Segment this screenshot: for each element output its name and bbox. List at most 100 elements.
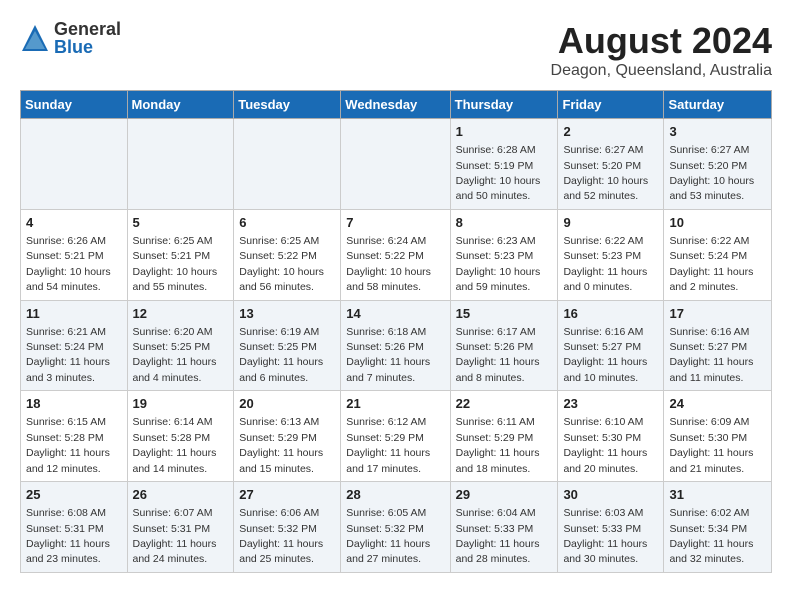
day-info: Sunrise: 6:06 AM Sunset: 5:32 PM Dayligh…: [239, 507, 323, 565]
calendar-cell: 20 Sunrise: 6:13 AM Sunset: 5:29 PM Dayli…: [234, 391, 341, 482]
day-number: 28: [346, 486, 444, 504]
calendar-cell: [127, 119, 234, 210]
calendar-cell: 15 Sunrise: 6:17 AM Sunset: 5:26 PM Dayli…: [450, 300, 558, 391]
logo: General Blue: [20, 20, 121, 56]
calendar-header: SundayMondayTuesdayWednesdayThursdayFrid…: [21, 91, 772, 119]
calendar-cell: 10 Sunrise: 6:22 AM Sunset: 5:24 PM Dayli…: [664, 209, 772, 300]
header-saturday: Saturday: [664, 91, 772, 119]
day-info: Sunrise: 6:15 AM Sunset: 5:28 PM Dayligh…: [26, 416, 110, 474]
day-number: 1: [456, 123, 553, 141]
day-number: 14: [346, 305, 444, 323]
day-info: Sunrise: 6:16 AM Sunset: 5:27 PM Dayligh…: [563, 326, 647, 384]
day-info: Sunrise: 6:14 AM Sunset: 5:28 PM Dayligh…: [133, 416, 217, 474]
subtitle: Deagon, Queensland, Australia: [551, 62, 772, 80]
calendar-cell: 28 Sunrise: 6:05 AM Sunset: 5:32 PM Dayli…: [341, 482, 450, 573]
calendar-cell: 19Sunrise: 6:14 AM Sunset: 5:28 PM Dayli…: [127, 391, 234, 482]
calendar-cell: 25Sunrise: 6:08 AM Sunset: 5:31 PM Dayli…: [21, 482, 128, 573]
calendar-cell: [234, 119, 341, 210]
calendar-cell: 18Sunrise: 6:15 AM Sunset: 5:28 PM Dayli…: [21, 391, 128, 482]
calendar-week-3: 18Sunrise: 6:15 AM Sunset: 5:28 PM Dayli…: [21, 391, 772, 482]
day-number: 10: [669, 214, 766, 232]
day-info: Sunrise: 6:22 AM Sunset: 5:24 PM Dayligh…: [669, 235, 753, 293]
calendar-cell: 5Sunrise: 6:25 AM Sunset: 5:21 PM Daylig…: [127, 209, 234, 300]
day-info: Sunrise: 6:25 AM Sunset: 5:21 PM Dayligh…: [133, 235, 218, 293]
calendar-cell: 2 Sunrise: 6:27 AM Sunset: 5:20 PM Daylig…: [558, 119, 664, 210]
calendar-cell: 26 Sunrise: 6:07 AM Sunset: 5:31 PM Dayli…: [127, 482, 234, 573]
day-number: 22: [456, 395, 553, 413]
day-info: Sunrise: 6:11 AM Sunset: 5:29 PM Dayligh…: [456, 416, 540, 474]
day-number: 17: [669, 305, 766, 323]
logo-text: General Blue: [54, 20, 121, 56]
day-info: Sunrise: 6:22 AM Sunset: 5:23 PM Dayligh…: [563, 235, 647, 293]
day-number: 24: [669, 395, 766, 413]
calendar-cell: 14 Sunrise: 6:18 AM Sunset: 5:26 PM Dayli…: [341, 300, 450, 391]
calendar-cell: 21 Sunrise: 6:12 AM Sunset: 5:29 PM Dayli…: [341, 391, 450, 482]
day-number: 4: [26, 214, 122, 232]
calendar-cell: 8Sunrise: 6:23 AM Sunset: 5:23 PM Daylig…: [450, 209, 558, 300]
calendar-cell: [21, 119, 128, 210]
calendar-cell: 16Sunrise: 6:16 AM Sunset: 5:27 PM Dayli…: [558, 300, 664, 391]
day-number: 11: [26, 305, 122, 323]
calendar-week-2: 11 Sunrise: 6:21 AM Sunset: 5:24 PM Dayli…: [21, 300, 772, 391]
day-info: Sunrise: 6:19 AM Sunset: 5:25 PM Dayligh…: [239, 326, 323, 384]
day-info: Sunrise: 6:20 AM Sunset: 5:25 PM Dayligh…: [133, 326, 217, 384]
header-sunday: Sunday: [21, 91, 128, 119]
calendar-week-1: 4Sunrise: 6:26 AM Sunset: 5:21 PM Daylig…: [21, 209, 772, 300]
calendar-cell: 23Sunrise: 6:10 AM Sunset: 5:30 PM Dayli…: [558, 391, 664, 482]
day-number: 9: [563, 214, 658, 232]
day-info: Sunrise: 6:13 AM Sunset: 5:29 PM Dayligh…: [239, 416, 323, 474]
day-info: Sunrise: 6:24 AM Sunset: 5:22 PM Dayligh…: [346, 235, 431, 293]
calendar-body: 1 Sunrise: 6:28 AM Sunset: 5:19 PM Daylig…: [21, 119, 772, 573]
calendar-table: SundayMondayTuesdayWednesdayThursdayFrid…: [20, 90, 772, 573]
day-info: Sunrise: 6:17 AM Sunset: 5:26 PM Dayligh…: [456, 326, 540, 384]
day-number: 26: [133, 486, 229, 504]
day-info: Sunrise: 6:23 AM Sunset: 5:23 PM Dayligh…: [456, 235, 541, 293]
calendar-cell: 9 Sunrise: 6:22 AM Sunset: 5:23 PM Daylig…: [558, 209, 664, 300]
day-info: Sunrise: 6:05 AM Sunset: 5:32 PM Dayligh…: [346, 507, 430, 565]
calendar-cell: 13 Sunrise: 6:19 AM Sunset: 5:25 PM Dayli…: [234, 300, 341, 391]
day-info: Sunrise: 6:28 AM Sunset: 5:19 PM Dayligh…: [456, 144, 541, 202]
calendar-cell: 11 Sunrise: 6:21 AM Sunset: 5:24 PM Dayli…: [21, 300, 128, 391]
day-info: Sunrise: 6:25 AM Sunset: 5:22 PM Dayligh…: [239, 235, 324, 293]
header-monday: Monday: [127, 91, 234, 119]
day-info: Sunrise: 6:09 AM Sunset: 5:30 PM Dayligh…: [669, 416, 753, 474]
page-header: General Blue August 2024 Deagon, Queensl…: [20, 20, 772, 80]
day-info: Sunrise: 6:12 AM Sunset: 5:29 PM Dayligh…: [346, 416, 430, 474]
calendar-cell: 31Sunrise: 6:02 AM Sunset: 5:34 PM Dayli…: [664, 482, 772, 573]
logo-blue: Blue: [54, 38, 121, 56]
day-info: Sunrise: 6:18 AM Sunset: 5:26 PM Dayligh…: [346, 326, 430, 384]
day-info: Sunrise: 6:27 AM Sunset: 5:20 PM Dayligh…: [669, 144, 754, 202]
day-number: 15: [456, 305, 553, 323]
day-number: 7: [346, 214, 444, 232]
calendar-week-0: 1 Sunrise: 6:28 AM Sunset: 5:19 PM Daylig…: [21, 119, 772, 210]
day-number: 30: [563, 486, 658, 504]
day-number: 31: [669, 486, 766, 504]
calendar-cell: 6Sunrise: 6:25 AM Sunset: 5:22 PM Daylig…: [234, 209, 341, 300]
day-number: 13: [239, 305, 335, 323]
calendar-cell: 3Sunrise: 6:27 AM Sunset: 5:20 PM Daylig…: [664, 119, 772, 210]
calendar-cell: 29Sunrise: 6:04 AM Sunset: 5:33 PM Dayli…: [450, 482, 558, 573]
day-number: 23: [563, 395, 658, 413]
header-tuesday: Tuesday: [234, 91, 341, 119]
day-info: Sunrise: 6:07 AM Sunset: 5:31 PM Dayligh…: [133, 507, 217, 565]
generalblue-logo-icon: [20, 23, 50, 53]
day-number: 21: [346, 395, 444, 413]
calendar-cell: 17 Sunrise: 6:16 AM Sunset: 5:27 PM Dayli…: [664, 300, 772, 391]
day-number: 29: [456, 486, 553, 504]
title-block: August 2024 Deagon, Queensland, Australi…: [551, 20, 772, 80]
main-title: August 2024: [551, 20, 772, 62]
calendar-week-4: 25Sunrise: 6:08 AM Sunset: 5:31 PM Dayli…: [21, 482, 772, 573]
calendar-cell: 12Sunrise: 6:20 AM Sunset: 5:25 PM Dayli…: [127, 300, 234, 391]
calendar-cell: [341, 119, 450, 210]
calendar-cell: 1 Sunrise: 6:28 AM Sunset: 5:19 PM Daylig…: [450, 119, 558, 210]
calendar-cell: 22 Sunrise: 6:11 AM Sunset: 5:29 PM Dayli…: [450, 391, 558, 482]
header-friday: Friday: [558, 91, 664, 119]
calendar-cell: 24 Sunrise: 6:09 AM Sunset: 5:30 PM Dayli…: [664, 391, 772, 482]
day-info: Sunrise: 6:16 AM Sunset: 5:27 PM Dayligh…: [669, 326, 753, 384]
calendar-cell: 27Sunrise: 6:06 AM Sunset: 5:32 PM Dayli…: [234, 482, 341, 573]
day-info: Sunrise: 6:27 AM Sunset: 5:20 PM Dayligh…: [563, 144, 648, 202]
header-row: SundayMondayTuesdayWednesdayThursdayFrid…: [21, 91, 772, 119]
day-info: Sunrise: 6:21 AM Sunset: 5:24 PM Dayligh…: [26, 326, 110, 384]
day-number: 2: [563, 123, 658, 141]
day-number: 20: [239, 395, 335, 413]
